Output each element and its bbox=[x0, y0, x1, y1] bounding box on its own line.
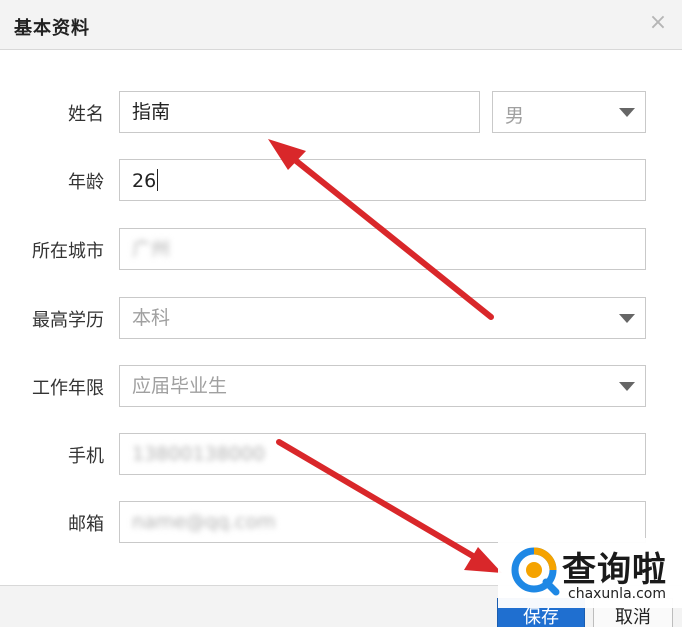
city-input[interactable]: 广州 bbox=[119, 228, 646, 270]
experience-row: 工作年限 应届毕业生 bbox=[0, 365, 682, 407]
close-icon[interactable]: × bbox=[646, 11, 670, 35]
name-value: 指南 bbox=[132, 101, 171, 123]
chevron-down-icon bbox=[619, 108, 635, 117]
age-value: 26 bbox=[132, 170, 157, 192]
chevron-down-icon bbox=[619, 382, 635, 391]
email-row: 邮箱 name@qq.com bbox=[0, 501, 682, 543]
phone-row: 手机 13800138000 bbox=[0, 433, 682, 475]
city-row: 所在城市 广州 bbox=[0, 228, 682, 270]
basic-info-dialog: 基本资料 × 姓名 指南 男 年龄 26 所在城市 广州 最高学历 本科 工作年… bbox=[0, 0, 682, 627]
watermark-domain: chaxunla.com bbox=[568, 586, 666, 602]
education-value: 本科 bbox=[132, 307, 171, 329]
phone-input[interactable]: 13800138000 bbox=[119, 433, 646, 475]
chevron-down-icon bbox=[619, 314, 635, 323]
gender-value: 男 bbox=[505, 105, 525, 127]
name-input[interactable]: 指南 bbox=[119, 91, 480, 133]
experience-value: 应届毕业生 bbox=[132, 375, 228, 397]
gender-select[interactable]: 男 bbox=[492, 91, 646, 133]
age-label: 年龄 bbox=[68, 172, 104, 193]
phone-value: 13800138000 bbox=[132, 443, 265, 465]
dialog-title: 基本资料 bbox=[14, 18, 90, 39]
name-label: 姓名 bbox=[68, 104, 104, 125]
watermark-name: 查询啦 bbox=[562, 550, 667, 590]
age-row: 年龄 26 bbox=[0, 159, 682, 201]
email-label: 邮箱 bbox=[68, 514, 104, 535]
name-row: 姓名 指南 男 bbox=[0, 91, 682, 133]
city-label: 所在城市 bbox=[32, 241, 104, 262]
text-cursor bbox=[157, 169, 159, 191]
dialog-titlebar: 基本资料 × bbox=[0, 0, 682, 50]
phone-label: 手机 bbox=[68, 446, 104, 467]
city-value: 广州 bbox=[132, 238, 171, 260]
education-row: 最高学历 本科 bbox=[0, 297, 682, 339]
experience-label: 工作年限 bbox=[32, 378, 104, 399]
education-label: 最高学历 bbox=[32, 310, 104, 331]
email-input[interactable]: name@qq.com bbox=[119, 501, 646, 543]
watermark: 查询啦 chaxunla.com bbox=[498, 538, 682, 608]
age-input[interactable]: 26 bbox=[119, 159, 646, 201]
education-select[interactable]: 本科 bbox=[119, 297, 646, 339]
email-value: name@qq.com bbox=[132, 511, 276, 533]
experience-select[interactable]: 应届毕业生 bbox=[119, 365, 646, 407]
magnifier-logo-icon bbox=[511, 547, 560, 596]
